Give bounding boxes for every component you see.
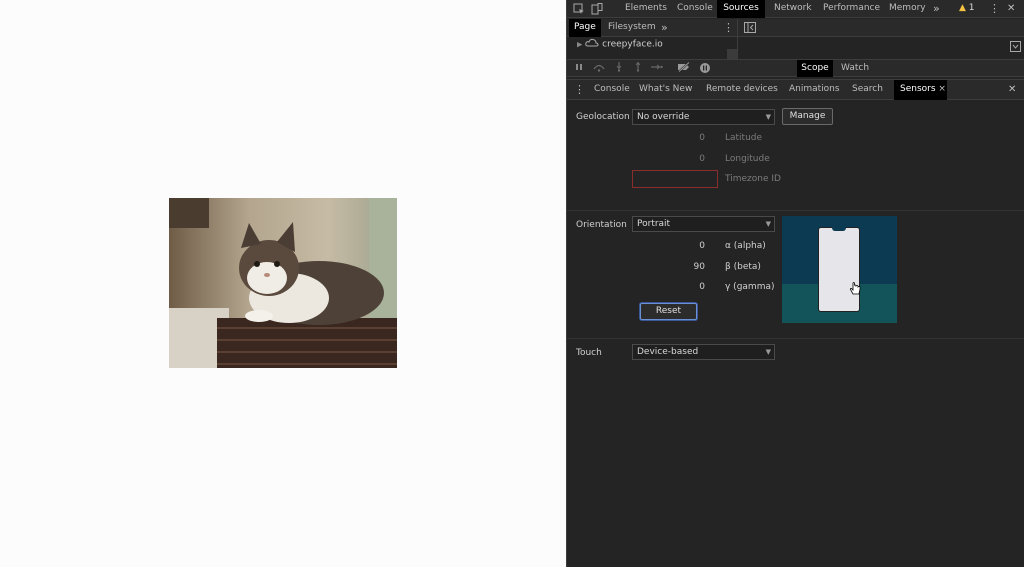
timezone-label: Timezone ID [725,174,781,184]
longitude-label: Longitude [725,154,770,164]
source-editor [738,37,1024,59]
step-icon[interactable] [651,62,663,74]
phone-notch [832,227,846,231]
phone-model[interactable] [818,227,861,312]
timezone-input[interactable] [632,170,718,188]
geolocation-select[interactable]: No override ▼ [632,109,775,125]
debugger-toolbar: Scope Watch [567,59,1024,77]
kebab-menu-icon[interactable]: ⋮ [989,0,1000,18]
drawer-tab-console[interactable]: Console [590,80,634,100]
expand-arrow-icon[interactable]: ▶ [577,41,582,49]
tab-page[interactable]: Page [569,19,601,37]
latitude-input[interactable]: 0 [655,133,705,143]
gamma-label: γ (gamma) [725,282,775,292]
drawer-tab-animations[interactable]: Animations [785,80,844,100]
more-navigator-tabs-icon[interactable]: » [661,19,668,37]
toggle-navigator-icon[interactable] [744,22,756,36]
latitude-label: Latitude [725,133,763,143]
device-toolbar-icon[interactable] [591,3,603,15]
beta-label: β (beta) [725,262,761,272]
orientation-select-value: Portrait [637,219,671,229]
tab-console[interactable]: Console [671,0,719,18]
orientation-select[interactable]: Portrait ▼ [632,216,775,232]
tree-item-label: creepyface.io [602,39,663,50]
file-tree: ▶ creepyface.io [567,37,737,59]
navigator-menu-icon[interactable]: ⋮ [723,19,734,37]
geolocation-label: Geolocation [576,112,630,122]
section-divider [567,210,1024,211]
pause-on-exceptions-icon[interactable] [699,62,711,74]
hand-cursor-icon [849,282,861,299]
orientation-label: Orientation [576,220,627,230]
warnings-badge[interactable]: ▲ 1 [959,3,975,13]
dropdown-caret-icon: ▼ [765,348,771,356]
longitude-input[interactable]: 0 [655,154,705,164]
tab-memory[interactable]: Memory [883,0,932,18]
more-tabs-icon[interactable]: » [933,0,940,18]
orientation-visualizer[interactable] [782,216,897,323]
drawer-tab-sensors-label: Sensors [900,84,936,94]
drawer-tabbar: ⋮ Console What's New Remote devices Anim… [567,79,1024,100]
cat-photo [169,198,397,368]
warning-count: 1 [968,3,975,13]
cat-photo-image [169,198,397,368]
devtools-main-toolbar: Elements Console Sources Network Perform… [567,0,1024,18]
drawer-tab-sensors[interactable]: Sensors × [894,80,947,100]
drawer-tab-remote-devices[interactable]: Remote devices [702,80,782,100]
cloud-icon [585,38,599,50]
deactivate-breakpoints-icon[interactable] [677,61,690,74]
tab-network[interactable]: Network [768,0,818,18]
close-drawer-icon[interactable]: ✕ [1008,80,1016,100]
sensors-panel: Geolocation No override ▼ Manage 0 Latitu… [567,100,1024,567]
tab-scope[interactable]: Scope [797,60,833,77]
tab-watch[interactable]: Watch [837,60,873,77]
alpha-input[interactable]: 0 [655,241,705,251]
gamma-input[interactable]: 0 [655,282,705,292]
inspect-element-icon[interactable] [573,3,585,15]
touch-select[interactable]: Device-based ▼ [632,344,775,360]
close-devtools-icon[interactable]: ✕ [1007,0,1015,18]
close-tab-icon[interactable]: × [938,84,946,94]
toggle-debugger-sidebar-icon[interactable] [1010,41,1021,55]
step-out-icon[interactable] [632,61,644,74]
touch-select-value: Device-based [637,347,699,357]
inspected-page [0,0,566,567]
tab-filesystem[interactable]: Filesystem [605,19,659,37]
navigator-tabbar: Page Filesystem » ⋮ [567,19,737,37]
reset-button[interactable]: Reset [640,303,697,320]
dropdown-caret-icon: ▼ [765,113,771,121]
drawer-tab-search[interactable]: Search [848,80,887,100]
step-over-icon[interactable] [592,62,605,74]
tree-item-creepyface[interactable]: ▶ creepyface.io [577,38,663,50]
editor-tabbar [738,19,1024,37]
beta-input[interactable]: 90 [655,262,705,272]
alpha-label: α (alpha) [725,241,766,251]
touch-label: Touch [576,348,602,358]
drawer-tab-whats-new[interactable]: What's New [635,80,696,100]
drawer-menu-icon[interactable]: ⋮ [574,80,585,100]
tab-elements[interactable]: Elements [619,0,673,18]
dropdown-caret-icon: ▼ [765,220,771,228]
scroll-thumb[interactable] [727,49,737,59]
tab-sources[interactable]: Sources [717,0,765,18]
geolocation-select-value: No override [637,112,690,122]
manage-button[interactable]: Manage [782,108,833,125]
section-divider [567,338,1024,339]
step-into-icon[interactable] [613,62,625,74]
tab-performance[interactable]: Performance [817,0,886,18]
devtools-panel: Elements Console Sources Network Perform… [566,0,1024,567]
warning-icon: ▲ [959,3,966,13]
pause-icon[interactable] [573,62,585,74]
